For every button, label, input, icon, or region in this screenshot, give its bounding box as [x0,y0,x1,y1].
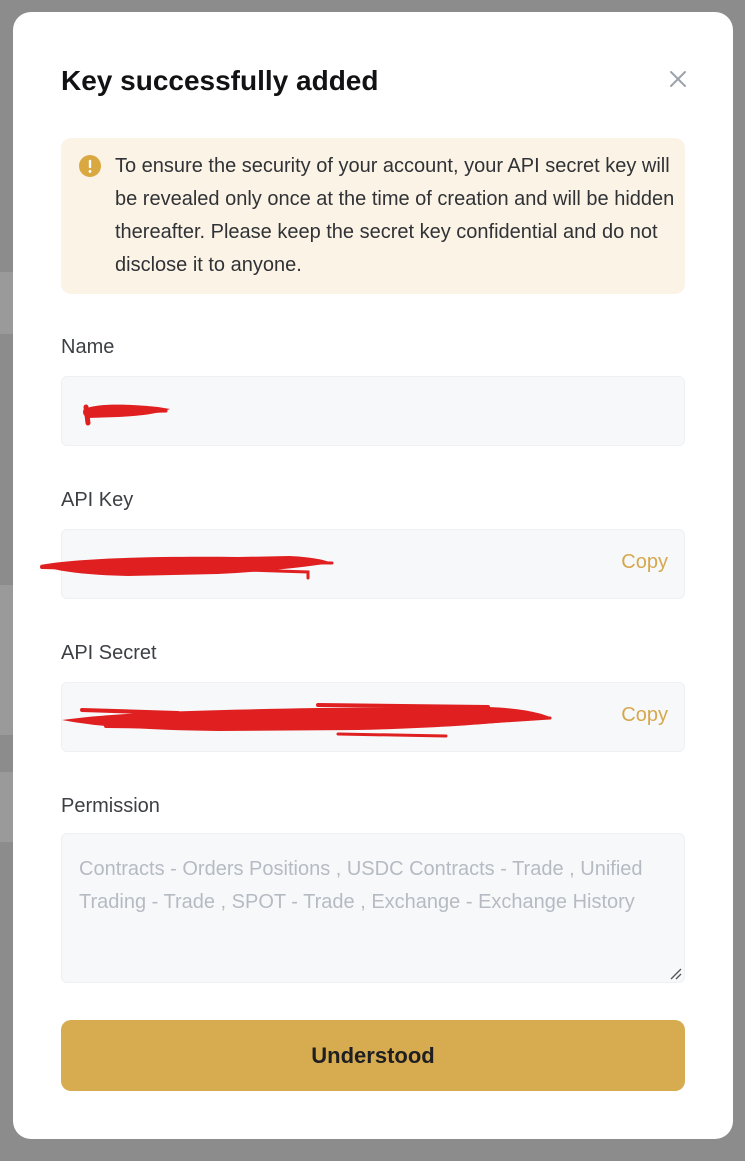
copy-api-key-button[interactable]: Copy [621,551,668,574]
background-panel [0,585,13,735]
close-icon [670,71,686,87]
background-panel [0,772,13,842]
close-button[interactable] [663,64,693,94]
understood-button[interactable]: Understood [61,1020,685,1091]
dialog-title: Key successfully added [61,65,379,96]
resize-handle-icon[interactable] [668,966,682,980]
api-key-label: API Key [61,489,134,511]
security-notice: To ensure the security of your account, … [61,138,685,294]
api-secret-label: API Secret [61,642,157,664]
api-key-field: Copy [61,529,685,599]
api-key-created-dialog: Key successfully added To ensure the sec… [13,12,733,1139]
name-redaction [83,404,170,426]
permission-value: Contracts - Orders Positions , USDC Cont… [79,858,643,913]
background-panel [0,272,13,334]
warning-icon [79,155,101,177]
api-secret-field: Copy [61,682,685,752]
security-notice-text: To ensure the security of your account, … [115,155,675,276]
name-field [61,376,685,446]
permission-label: Permission [61,795,160,817]
name-label: Name [61,336,115,358]
copy-api-secret-button[interactable]: Copy [621,704,668,727]
permission-textarea[interactable]: Contracts - Orders Positions , USDC Cont… [61,833,685,983]
